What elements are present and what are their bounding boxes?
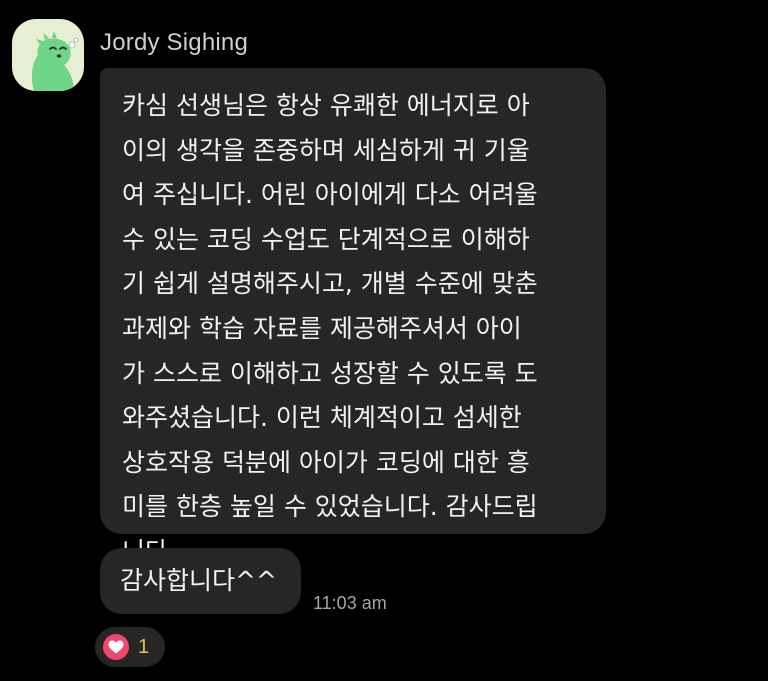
message-line: 기 쉽게 설명해주시고, 개별 수준에 맞춘 bbox=[122, 269, 538, 299]
message-line: 과제와 학습 자료를 제공해주셔서 아이 bbox=[122, 313, 522, 343]
message-line: 가 스스로 이해하고 성장할 수 있도록 도 bbox=[122, 358, 538, 388]
green-dinosaur-avatar-icon bbox=[31, 31, 79, 91]
message-line: 와주셨습니다. 이런 체계적이고 섬세한 bbox=[122, 403, 522, 433]
sender-avatar[interactable] bbox=[12, 19, 84, 91]
message-line: 미를 한층 높일 수 있었습니다. 감사드립 bbox=[122, 492, 538, 522]
heart-icon bbox=[108, 640, 124, 654]
sender-name: Jordy Sighing bbox=[100, 29, 249, 56]
message-line: 이의 생각을 존중하며 세심하게 귀 기울 bbox=[122, 135, 530, 165]
message-bubble-short[interactable]: 감사합니다^^ bbox=[100, 548, 301, 614]
message-timestamp: 11:03 am bbox=[313, 593, 387, 613]
message-text: 감사합니다^^ bbox=[120, 566, 277, 595]
message-line: 여 주십니다. 어린 아이에게 다소 어려울 bbox=[122, 180, 538, 210]
message-bubble[interactable]: 카심 선생님은 항상 유쾌한 에너지로 아 이의 생각을 존중하며 세심하게 귀… bbox=[100, 68, 606, 566]
heart-reaction-badge bbox=[103, 634, 129, 660]
message-line: 수 있는 코딩 수업도 단계적으로 이해하 bbox=[122, 224, 530, 254]
message-line: 카심 선생님은 항상 유쾌한 에너지로 아 bbox=[122, 91, 530, 120]
message-line: 상호작용 덕분에 아이가 코딩에 대한 흥 bbox=[122, 447, 530, 477]
heart-reaction-button[interactable]: 1 bbox=[95, 627, 165, 667]
reaction-count: 1 bbox=[138, 636, 150, 658]
